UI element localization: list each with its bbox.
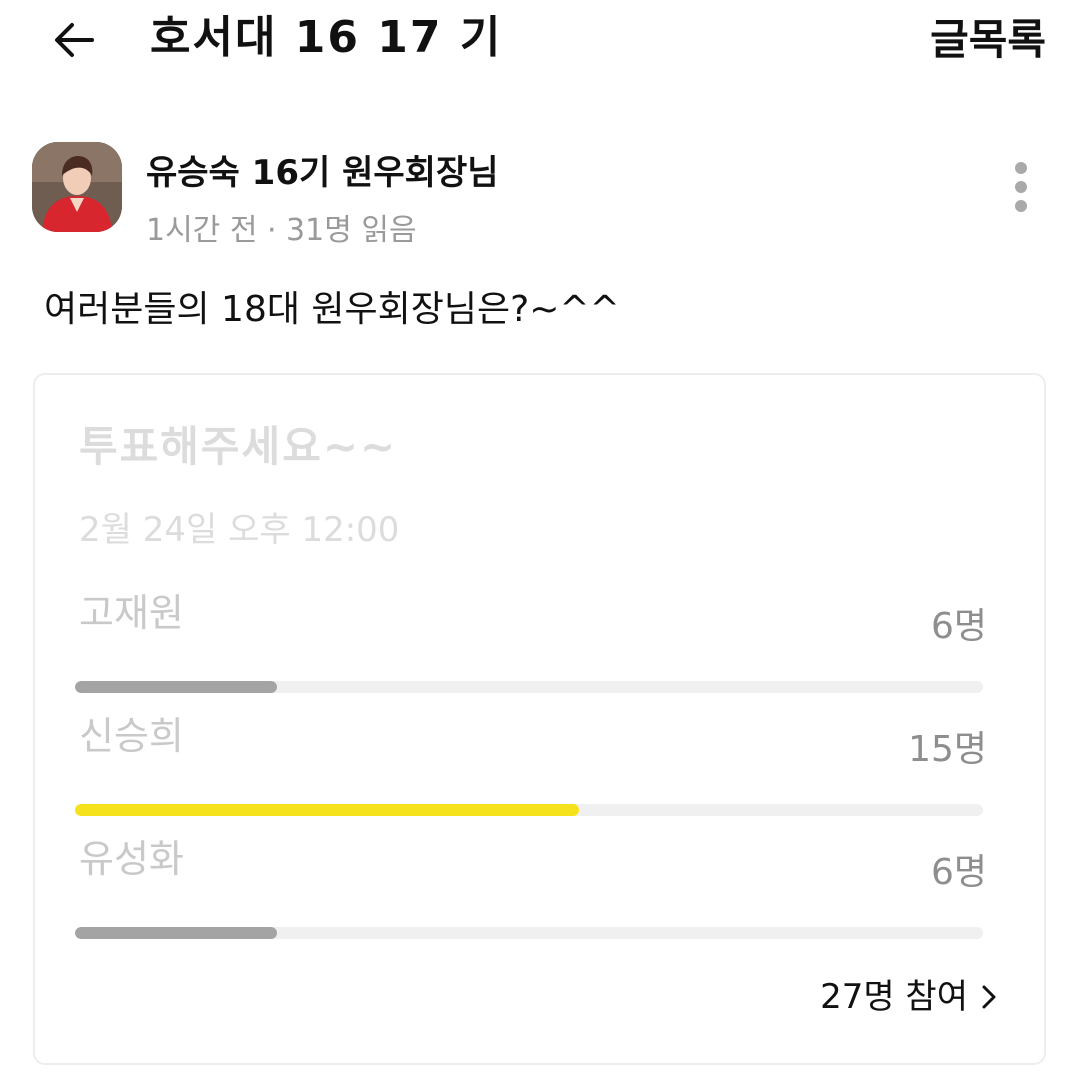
poll-bar-fill (75, 927, 277, 939)
author-name[interactable]: 유승숙 16기 원우회장님 (146, 148, 499, 198)
page-title: 호서대 16 17 기 (150, 12, 503, 63)
participants-label: 27명 참여 (820, 977, 968, 1017)
avatar[interactable] (32, 142, 122, 232)
poll-option-count: 15명 (908, 729, 987, 770)
poll-option-count: 6명 (930, 606, 987, 647)
page: 호서대 16 17 기 글목록 유승숙 16기 원우회장님 1시간 전 · 31… (0, 0, 1080, 1080)
poll-option-name: 신승희 (79, 714, 184, 758)
poll-option-name: 유성화 (79, 837, 184, 881)
poll-option[interactable]: 고재원 6명 (75, 585, 987, 693)
participants-link[interactable]: 27명 참여 (820, 969, 998, 1025)
back-arrow-icon (55, 23, 94, 57)
poll-bar-fill (75, 681, 277, 693)
post-body: 여러분들의 18대 원우회장님은?~^^ (44, 289, 620, 330)
back-button[interactable] (48, 14, 100, 66)
more-vertical-icon (1015, 162, 1027, 174)
poll-option-name: 고재원 (79, 591, 184, 635)
poll-bar-track (75, 804, 983, 816)
avatar-photo (32, 142, 122, 232)
post-meta: 1시간 전 · 31명 읽음 (146, 213, 417, 248)
poll-bar-track (75, 681, 983, 693)
post-list-link[interactable]: 글목록 (930, 8, 1046, 72)
app-header: 호서대 16 17 기 글목록 (0, 0, 1080, 84)
poll-bar-track (75, 927, 983, 939)
chevron-right-icon (980, 983, 998, 1011)
poll-card: 투표해주세요~~ 2월 24일 오후 12:00 고재원 6명 신승희 15명 … (33, 373, 1046, 1065)
poll-option-count: 6명 (930, 852, 987, 893)
poll-bar-fill (75, 804, 580, 816)
poll-option[interactable]: 유성화 6명 (75, 831, 987, 939)
poll-option[interactable]: 신승희 15명 (75, 708, 987, 816)
poll-title: 투표해주세요~~ (79, 422, 398, 471)
more-options-button[interactable] (1006, 162, 1036, 216)
poll-deadline: 2월 24일 오후 12:00 (79, 510, 400, 550)
